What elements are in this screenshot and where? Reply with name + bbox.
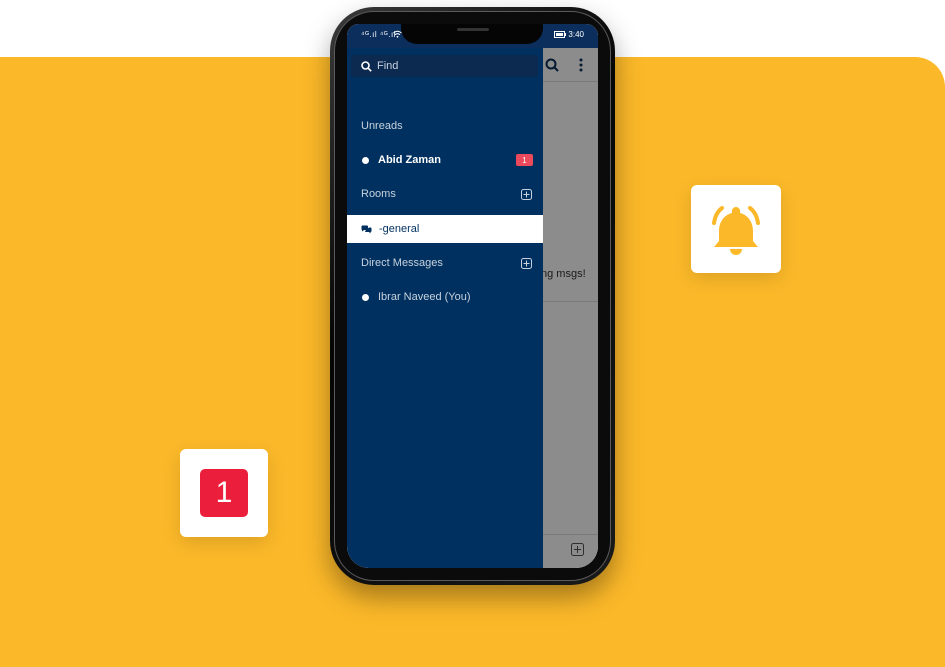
notification-bell-card xyxy=(691,185,781,273)
unread-count-badge: 1 xyxy=(200,469,248,517)
rooms-section-label: Rooms xyxy=(361,188,396,200)
room-item-general[interactable]: -general xyxy=(347,215,543,243)
chat-bubbles-icon xyxy=(361,225,372,234)
signal-indicators: ⁴ᴳ.ıl ⁴ᴳ.ıl xyxy=(361,30,396,39)
speaker-grille xyxy=(457,28,489,31)
phone-screen: ng msgs! ⁴ᴳ.ıl ⁴ᴳ.ıl 3:40 Find Unreads A… xyxy=(347,24,598,568)
status-bar: ⁴ᴳ.ıl ⁴ᴳ.ıl 3:40 xyxy=(347,24,598,48)
contact-name: Ibrar Naveed (You) xyxy=(378,291,471,303)
camera-notch xyxy=(401,24,543,44)
navigation-drawer: Find Unreads Abid Zaman 1 Rooms -general… xyxy=(347,48,543,568)
add-room-icon[interactable] xyxy=(521,189,532,200)
find-placeholder: Find xyxy=(377,60,399,72)
add-direct-message-icon[interactable] xyxy=(521,258,532,269)
room-name: -general xyxy=(379,223,420,235)
bell-icon xyxy=(712,206,760,255)
online-status-dot xyxy=(362,293,369,301)
unread-badge: 1 xyxy=(516,154,533,166)
battery-icon xyxy=(554,31,566,38)
direct-messages-section-label: Direct Messages xyxy=(361,257,443,269)
clock: 3:40 xyxy=(568,30,584,39)
online-status-dot xyxy=(362,156,369,164)
contact-name: Abid Zaman xyxy=(378,154,441,166)
direct-message-item-ibrar-naveed[interactable]: Ibrar Naveed (You) xyxy=(347,283,543,311)
unread-item-abid-zaman[interactable]: Abid Zaman 1 xyxy=(347,146,543,174)
unread-count-card: 1 xyxy=(180,449,268,537)
unreads-section-label: Unreads xyxy=(361,120,403,132)
find-input[interactable]: Find xyxy=(351,55,538,77)
search-icon xyxy=(361,60,372,72)
